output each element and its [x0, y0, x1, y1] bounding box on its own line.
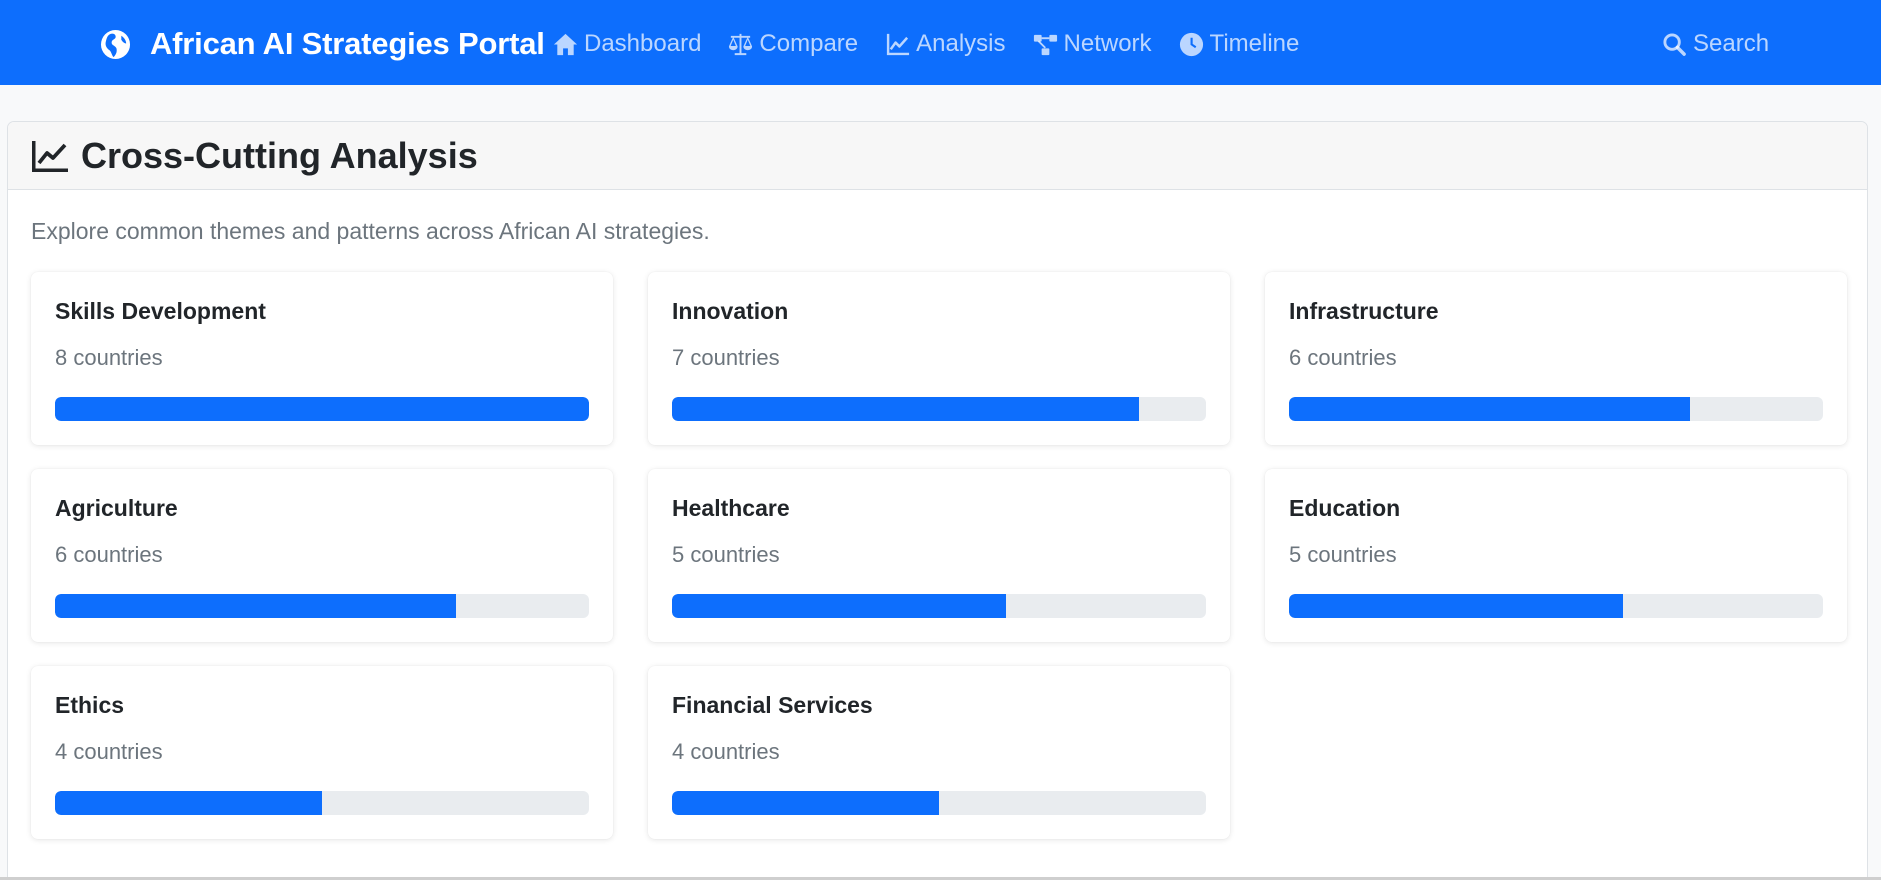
theme-progress-fill: [1289, 594, 1623, 618]
theme-progress-fill: [1289, 397, 1690, 421]
theme-card[interactable]: Innovation 7 countries: [648, 272, 1230, 445]
nav-label: Timeline: [1209, 30, 1300, 57]
theme-count: 5 countries: [1289, 542, 1397, 567]
analysis-card: Cross-Cutting Analysis Explore common th…: [7, 121, 1868, 880]
search-icon: [1663, 32, 1686, 56]
theme-name: Infrastructure: [1289, 298, 1439, 324]
card-header: Cross-Cutting Analysis: [8, 122, 1867, 190]
theme-count: 7 countries: [672, 345, 780, 370]
balance-scale-icon: [729, 33, 753, 55]
theme-progress-fill: [55, 594, 456, 618]
nav-label: Network: [1063, 30, 1152, 57]
theme-name: Education: [1289, 495, 1401, 521]
page-title: Cross-Cutting Analysis: [81, 134, 478, 176]
theme-card[interactable]: Skills Development 8 countries: [31, 272, 613, 445]
theme-progress-fill: [672, 791, 939, 815]
theme-name: Innovation: [672, 298, 789, 324]
nav-analysis[interactable]: Analysis: [884, 30, 1006, 58]
nav-label: Dashboard: [584, 30, 702, 57]
theme-progress-fill: [672, 594, 1006, 618]
theme-progress-bar: [672, 791, 1206, 815]
theme-progress-bar: [55, 594, 589, 618]
top-navbar: African AI Strategies Portal Dashboard C…: [0, 0, 1881, 85]
theme-progress-bar: [1289, 397, 1823, 421]
theme-card[interactable]: Financial Services 4 countries: [648, 666, 1230, 839]
theme-progress-bar: [55, 397, 589, 421]
theme-card[interactable]: Ethics 4 countries: [31, 666, 613, 839]
theme-progress-fill: [55, 397, 589, 421]
brand-link[interactable]: African AI Strategies Portal: [100, 0, 545, 88]
theme-card[interactable]: Infrastructure 6 countries: [1265, 272, 1847, 445]
clock-icon: [1179, 32, 1203, 56]
globe-africa-icon: [100, 29, 131, 59]
theme-count: 6 countries: [55, 542, 163, 567]
theme-card[interactable]: Healthcare 5 countries: [648, 469, 1230, 642]
theme-count: 5 countries: [672, 542, 780, 567]
theme-progress-bar: [672, 594, 1206, 618]
theme-card[interactable]: Agriculture 6 countries: [31, 469, 613, 642]
line-chart-icon: [32, 140, 68, 172]
theme-name: Skills Development: [55, 298, 266, 324]
nav-dashboard[interactable]: Dashboard: [552, 30, 701, 58]
theme-count: 4 countries: [672, 739, 780, 764]
theme-count: 8 countries: [55, 345, 163, 370]
theme-progress-bar: [672, 397, 1206, 421]
theme-name: Agriculture: [55, 495, 178, 521]
theme-progress-fill: [55, 791, 322, 815]
brand-title: African AI Strategies Portal: [150, 26, 545, 61]
home-icon: [553, 33, 578, 55]
page-description: Explore common themes and patterns acros…: [31, 218, 710, 244]
theme-count: 6 countries: [1289, 345, 1397, 370]
theme-card[interactable]: Education 5 countries: [1265, 469, 1847, 642]
nav-label: Compare: [759, 30, 859, 57]
theme-grid: Skills Development 8 countries Innovatio…: [31, 272, 1847, 839]
main-nav: Dashboard Compare Analysis Network Timel…: [552, 0, 1325, 88]
theme-name: Ethics: [55, 692, 125, 718]
theme-count: 4 countries: [55, 739, 163, 764]
search-link[interactable]: Search: [1662, 0, 1769, 88]
nav-timeline[interactable]: Timeline: [1178, 30, 1300, 58]
line-chart-icon: [887, 33, 910, 55]
theme-name: Financial Services: [672, 692, 873, 718]
network-icon: [1033, 34, 1057, 55]
search-label: Search: [1693, 30, 1770, 57]
nav-label: Analysis: [916, 30, 1006, 57]
nav-network[interactable]: Network: [1032, 30, 1152, 58]
nav-compare[interactable]: Compare: [727, 30, 858, 58]
theme-progress-fill: [672, 397, 1140, 421]
theme-name: Healthcare: [672, 495, 790, 521]
theme-progress-bar: [55, 791, 589, 815]
theme-progress-bar: [1289, 594, 1823, 618]
